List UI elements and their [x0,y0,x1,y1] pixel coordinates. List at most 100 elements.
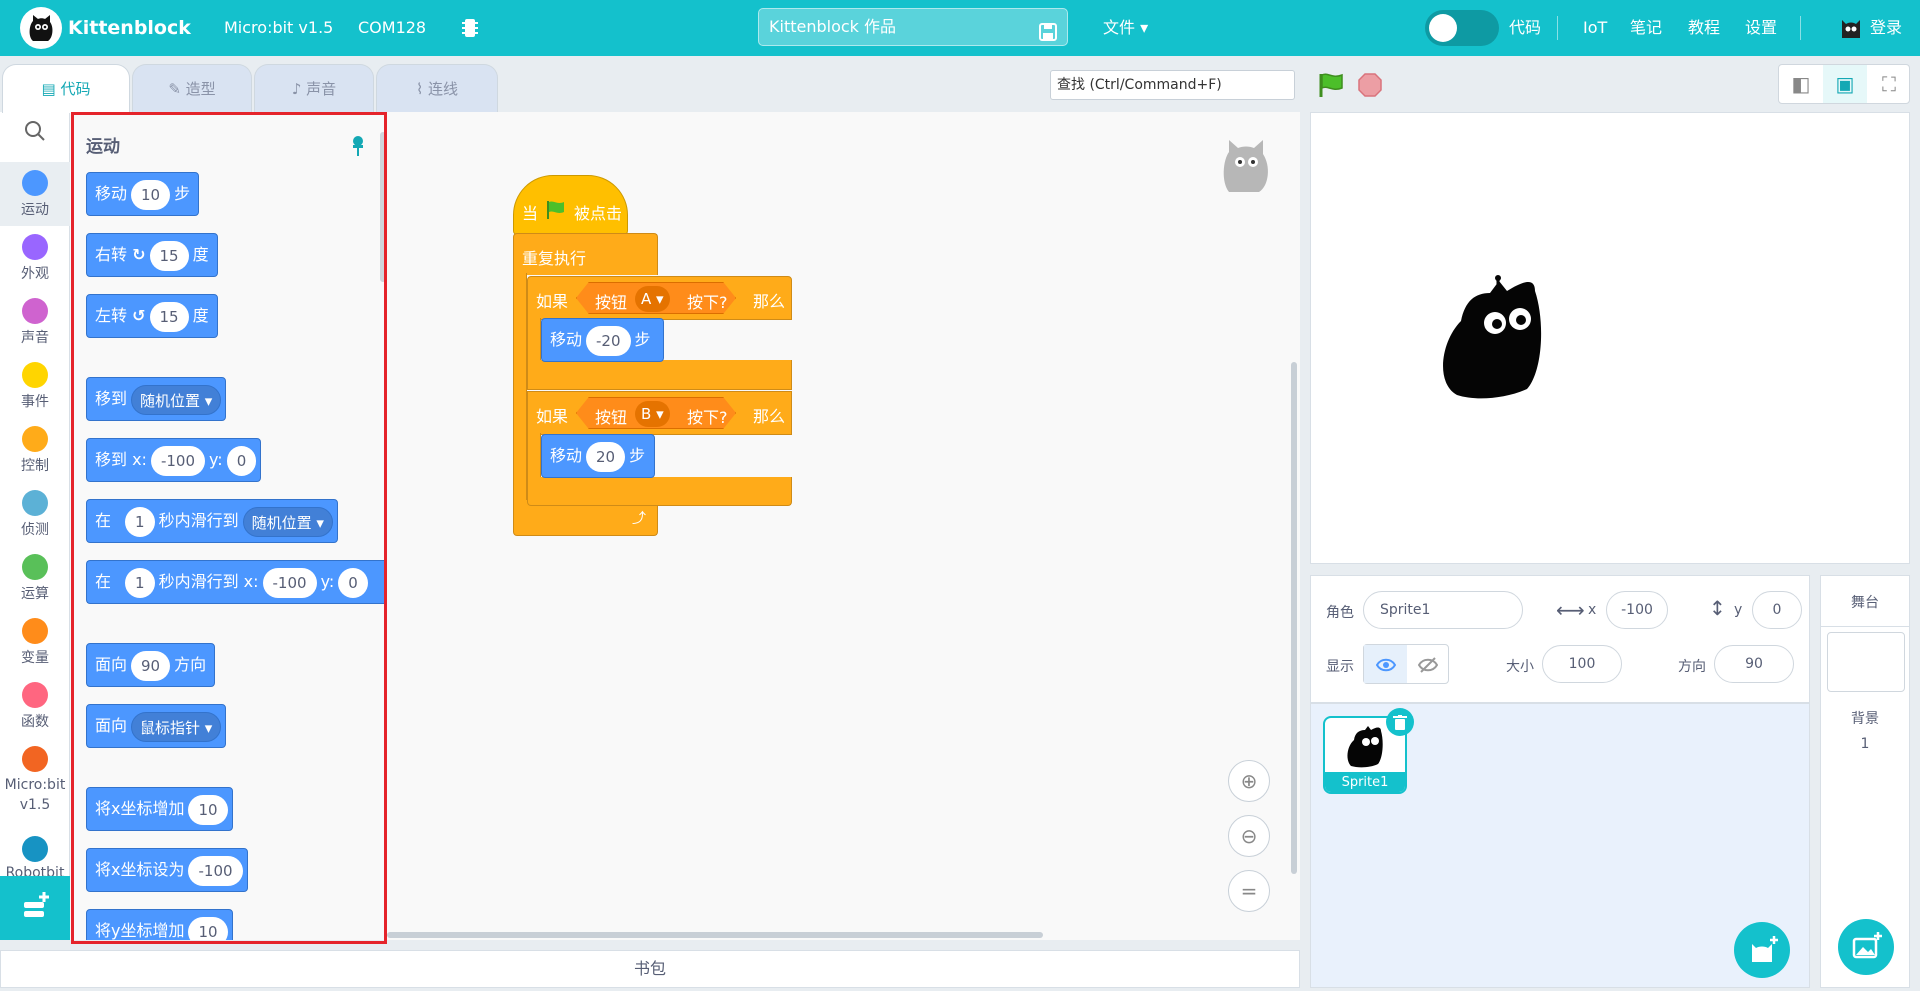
towards-dropdown[interactable]: 鼠标指针 [131,711,222,742]
button-pressed-condition[interactable]: 按钮 B ▾ 按下? [576,397,736,429]
category-motion[interactable]: 运动 [0,162,70,226]
hat-block-when-flag-clicked[interactable]: 当 被点击 [513,175,628,235]
workspace-vertical-scrollbar[interactable] [1291,362,1297,874]
file-menu[interactable]: 文件 ▾ [1103,0,1148,56]
login-link[interactable]: 登录 [1870,0,1902,56]
kittenblock-logo-icon[interactable] [20,7,62,49]
stage-target-panel[interactable]: 舞台 背景 1 [1820,575,1910,988]
code-mode-toggle[interactable] [1425,10,1499,46]
forever-block[interactable]: 重复执行 [513,233,658,275]
category-robotbit[interactable]: Robotbit [0,828,70,878]
seconds-input[interactable]: 1 [125,506,155,537]
block-search-input[interactable]: 查找 (Ctrl/Command+F) [1050,70,1295,100]
seconds-input[interactable]: 1 [125,567,155,598]
steps-input[interactable]: -20 [586,325,631,356]
block-palette[interactable]: 运动 移动10步 右转 ↻15度 左转 ↺15度 移到随机位置 移到 x:-10… [70,112,386,940]
kitten-sprite[interactable] [1435,271,1545,401]
block-set-x[interactable]: 将x坐标设为 -100 [86,848,248,892]
x-input[interactable]: -100 [262,567,317,598]
chip-icon[interactable] [462,17,478,39]
zoom-reset-icon[interactable]: = [1228,870,1270,912]
zoom-in-icon[interactable]: ⊕ [1228,760,1270,802]
small-stage-icon[interactable]: ◧ [1779,65,1823,103]
degrees-input[interactable]: 15 [149,301,189,332]
project-title-input[interactable]: Kittenblock 作品 [758,8,1068,46]
category-microbit[interactable]: Micro:bit v1.5 [0,738,70,822]
degrees-input[interactable]: 15 [149,240,189,271]
stop-icon[interactable] [1358,73,1382,97]
category-sensing[interactable]: 侦测 [0,482,70,546]
large-stage-icon[interactable]: ▣ [1823,65,1867,103]
backpack-bar[interactable]: 书包 [0,950,1300,988]
button-a-dropdown[interactable]: A ▾ [635,286,670,312]
block-turn-left[interactable]: 左转 ↺ 15 度 [86,294,218,338]
zoom-out-icon[interactable]: ⊖ [1228,815,1270,857]
category-events[interactable]: 事件 [0,354,70,418]
tab-costumes[interactable]: ✎ 造型 [132,64,252,112]
tab-sounds[interactable]: ♪ 声音 [254,64,374,112]
button-pressed-condition[interactable]: 按钮 A ▾ 按下? [576,282,736,314]
block-glide-to[interactable]: 在 1 秒内滑行到 随机位置 [86,499,338,543]
if-block-button-a[interactable]: 如果 按钮 A ▾ 按下? 那么 [527,276,792,320]
stage-canvas[interactable] [1310,112,1910,564]
category-functions[interactable]: 函数 [0,674,70,738]
save-icon[interactable] [1039,18,1057,41]
x-input[interactable]: -100 [150,445,205,476]
hide-eye-icon[interactable] [1407,645,1449,683]
fullscreen-icon[interactable]: ⛶ [1867,65,1911,103]
category-sound[interactable]: 声音 [0,290,70,354]
if-block-button-b[interactable]: 如果 按钮 B ▾ 按下? 那么 [527,391,792,435]
block-point-direction[interactable]: 面向 90 方向 [86,643,216,687]
y-input[interactable]: 0 [226,445,257,476]
size-input[interactable]: 100 [1542,645,1622,683]
block-point-towards[interactable]: 面向 鼠标指针 [86,704,227,748]
backdrop-count: 1 [1860,736,1870,752]
nav-notes[interactable]: 笔记 [1630,0,1662,56]
x-set-input[interactable]: -100 [188,855,243,886]
search-icon[interactable] [0,120,70,148]
x-position-input[interactable]: -100 [1606,591,1668,629]
block-go-to-xy[interactable]: 移到 x: -100 y: 0 [86,438,262,482]
port-selector[interactable]: COM128 [358,0,426,56]
block-go-to[interactable]: 移到 随机位置 [86,377,227,421]
block-glide-to-xy[interactable]: 在 1 秒内滑行到 x: -100 y: 0 [86,560,386,604]
block-change-y[interactable]: 将y坐标增加 10 [86,909,233,940]
category-looks[interactable]: 外观 [0,226,70,290]
workspace-horizontal-scrollbar[interactable] [387,932,1043,938]
add-backdrop-button[interactable] [1838,919,1894,975]
block-turn-right[interactable]: 右转 ↻ 15 度 [86,233,218,277]
target-dropdown[interactable]: 随机位置 [131,384,222,415]
steps-input[interactable]: 10 [131,179,171,210]
tab-wiring[interactable]: ⌇ 连线 [376,64,498,112]
stage-thumbnail[interactable] [1827,632,1905,692]
y-change-input[interactable]: 10 [188,916,228,940]
green-flag-icon[interactable] [1318,72,1344,98]
show-eye-icon[interactable] [1364,645,1407,683]
x-change-input[interactable]: 10 [188,794,228,825]
y-position-input[interactable]: 0 [1752,591,1802,629]
block-move-steps[interactable]: 移动 10 步 [86,172,200,216]
block-change-x[interactable]: 将x坐标增加 10 [86,787,233,831]
nav-settings[interactable]: 设置 [1745,0,1777,56]
delete-sprite-icon[interactable] [1386,708,1414,736]
pin-icon[interactable] [350,134,366,158]
direction-input[interactable]: 90 [131,650,171,681]
nav-iot[interactable]: IoT [1583,0,1607,56]
y-input[interactable]: 0 [338,567,368,598]
add-sprite-button[interactable] [1734,922,1790,978]
tab-code[interactable]: ▤ 代码 [2,64,130,113]
block-move-minus-20[interactable]: 移动 -20 步 [541,318,664,362]
add-extension-button[interactable] [0,876,70,940]
device-selector[interactable]: Micro:bit v1.5 [224,0,333,56]
direction-input[interactable]: 90 [1714,645,1794,683]
button-b-dropdown[interactable]: B ▾ [635,401,670,427]
category-control[interactable]: 控制 [0,418,70,482]
category-operators[interactable]: 运算 [0,546,70,610]
nav-tutorials[interactable]: 教程 [1688,0,1720,56]
target-dropdown[interactable]: 随机位置 [242,506,333,537]
block-move-20[interactable]: 移动 20 步 [541,434,655,478]
steps-input[interactable]: 20 [586,441,626,472]
sprite-name-input[interactable]: Sprite1 [1363,591,1523,629]
user-avatar-icon[interactable] [1838,14,1864,40]
category-variables[interactable]: 变量 [0,610,70,674]
